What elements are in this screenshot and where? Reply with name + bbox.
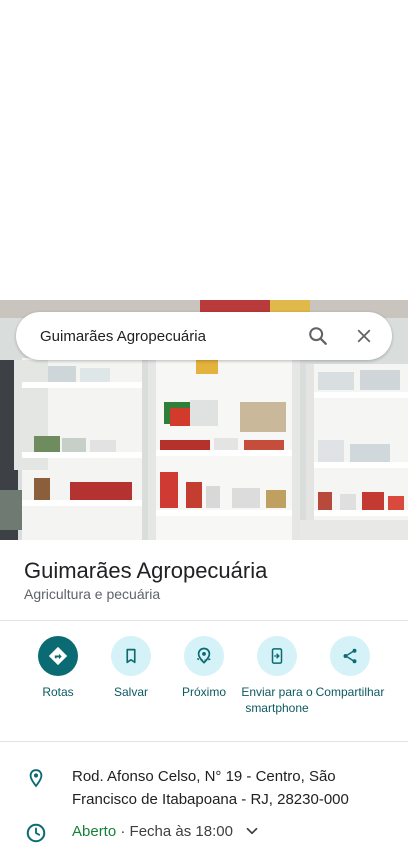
- search-icon[interactable]: [298, 316, 338, 356]
- save-label: Salvar: [113, 685, 148, 699]
- nearby-icon: [184, 636, 224, 676]
- divider: [0, 741, 408, 742]
- directions-button[interactable]: Rotas: [16, 636, 100, 700]
- directions-label: Rotas: [42, 685, 74, 699]
- hours-status: Aberto: [72, 823, 117, 840]
- nearby-button[interactable]: Próximo: [162, 636, 246, 700]
- bookmark-icon: [111, 636, 151, 676]
- directions-icon: [38, 636, 78, 676]
- place-category[interactable]: Agricultura e pecuária: [24, 586, 160, 602]
- send-to-phone-button[interactable]: Enviar para o smartphone: [235, 636, 319, 716]
- address-text[interactable]: Rod. Afonso Celso, N° 19 - Centro, São F…: [72, 765, 392, 811]
- map-blank-area: [0, 0, 408, 300]
- share-label: Compartilhar: [315, 685, 385, 699]
- divider: [0, 620, 408, 621]
- place-title: Guimarães Agropecuária: [24, 558, 268, 583]
- chevron-down-icon[interactable]: [243, 822, 261, 840]
- send-to-phone-icon: [257, 636, 297, 676]
- close-icon[interactable]: [344, 316, 384, 356]
- opening-hours[interactable]: Aberto · Fecha às 18:00: [72, 823, 233, 840]
- share-button[interactable]: Compartilhar: [308, 636, 392, 700]
- search-input[interactable]: Guimarães Agropecuária: [40, 328, 298, 345]
- hours-detail: Fecha às 18:00: [129, 823, 233, 840]
- clock-icon: [24, 821, 48, 845]
- search-bar[interactable]: Guimarães Agropecuária: [16, 312, 392, 360]
- send-to-phone-label: Enviar para o smartphone: [241, 685, 313, 715]
- save-button[interactable]: Salvar: [89, 636, 173, 700]
- nearby-label: Próximo: [181, 685, 226, 699]
- share-icon: [330, 636, 370, 676]
- location-pin-icon: [24, 766, 48, 790]
- hours-separator: ·: [120, 823, 126, 840]
